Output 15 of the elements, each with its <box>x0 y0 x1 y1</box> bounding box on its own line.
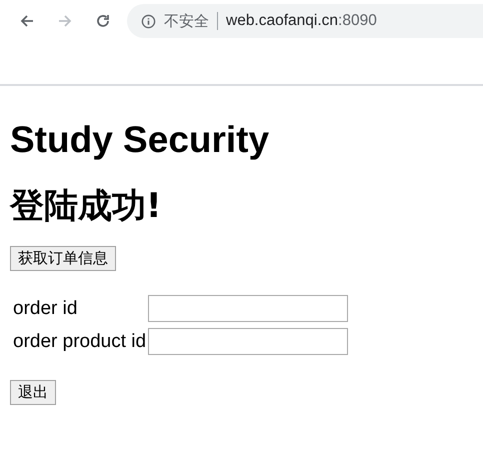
security-label: 不安全 <box>164 12 209 30</box>
page-title: Study Security <box>10 118 270 162</box>
page-subtitle: 登陆成功! <box>10 185 163 228</box>
url-host: web.caofanqi.cn <box>226 12 338 30</box>
field-label: order id <box>13 298 78 320</box>
url-port: :8090 <box>338 12 377 30</box>
input-field[interactable] <box>148 295 348 322</box>
input-field[interactable] <box>148 328 348 355</box>
fetch-button[interactable]: 获取订单信息 <box>10 246 116 271</box>
logout-button[interactable]: 退出 <box>10 380 56 405</box>
info-icon[interactable] <box>141 14 156 28</box>
back-icon[interactable] <box>19 13 35 29</box>
address-bar[interactable]: 不安全 web.caofanqi.cn:8090 <box>127 4 483 38</box>
reload-icon[interactable] <box>95 13 111 29</box>
field-label: order product id <box>13 330 146 352</box>
